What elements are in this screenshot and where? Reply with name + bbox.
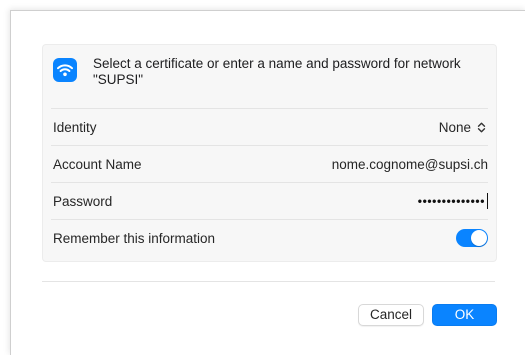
- wifi-icon: [53, 58, 77, 82]
- account-name-row: Account Name nome.cognome@supsi.ch: [51, 145, 488, 182]
- password-label: Password: [53, 193, 113, 209]
- cancel-button[interactable]: Cancel: [358, 304, 424, 326]
- password-mask: ••••••••••••••: [417, 194, 485, 208]
- footer-divider: [42, 281, 495, 282]
- ok-button[interactable]: OK: [432, 304, 497, 326]
- password-row: Password ••••••••••••••: [51, 182, 488, 219]
- remember-toggle[interactable]: [456, 229, 488, 247]
- identity-value: None: [438, 119, 471, 135]
- account-name-label: Account Name: [53, 156, 142, 172]
- remember-row: Remember this information: [51, 219, 488, 256]
- identity-row: Identity None: [51, 108, 488, 145]
- dialog-header: Select a certificate or enter a name and…: [43, 45, 496, 99]
- credentials-panel: Select a certificate or enter a name and…: [42, 44, 497, 262]
- identity-popup[interactable]: None: [439, 120, 488, 135]
- toggle-knob: [471, 230, 487, 246]
- dialog-title: Select a certificate or enter a name and…: [93, 56, 461, 87]
- remember-label: Remember this information: [53, 230, 216, 246]
- account-name-field[interactable]: nome.cognome@supsi.ch: [332, 157, 488, 172]
- password-field[interactable]: ••••••••••••••: [418, 193, 488, 209]
- text-caret: [487, 193, 488, 209]
- identity-label: Identity: [53, 119, 97, 135]
- chevron-updown-icon: [477, 122, 486, 132]
